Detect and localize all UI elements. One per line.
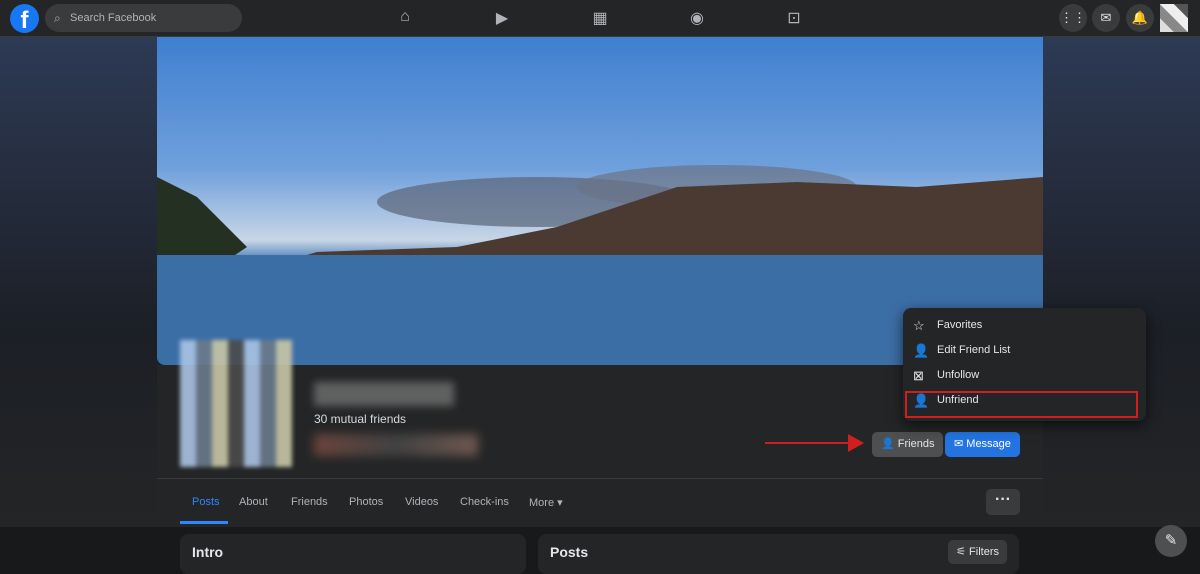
star-icon: ☆ bbox=[913, 318, 925, 333]
friends-label: Friends bbox=[897, 438, 935, 450]
messenger-icon: ✉ bbox=[954, 438, 967, 450]
filters-label: Filters bbox=[969, 546, 999, 558]
tab-check-ins[interactable]: Check-ins bbox=[460, 496, 509, 508]
menu-item-favorites[interactable]: ☆ Favorites bbox=[903, 313, 1146, 338]
profile-picture[interactable] bbox=[180, 340, 292, 467]
new-message-button[interactable]: ✎ bbox=[1155, 525, 1187, 557]
notifications-icon[interactable]: 🔔 bbox=[1126, 4, 1154, 32]
messenger-icon[interactable]: ✉ bbox=[1092, 4, 1120, 32]
marketplace-icon[interactable]: ▦ bbox=[589, 8, 611, 28]
facebook-logo[interactable]: f bbox=[10, 4, 39, 34]
friend-check-icon: 👤 bbox=[881, 438, 898, 450]
tab-videos[interactable]: Videos bbox=[405, 496, 438, 508]
mutual-friend-avatars-blurred bbox=[314, 434, 478, 456]
mutual-friends[interactable]: 30 mutual friends bbox=[314, 412, 406, 426]
groups-icon[interactable]: ◉ bbox=[686, 8, 708, 28]
tab-photos[interactable]: Photos bbox=[349, 496, 383, 508]
tab-about[interactable]: About bbox=[239, 496, 268, 508]
menu-label: Favorites bbox=[937, 319, 983, 331]
home-icon[interactable]: ⌂ bbox=[394, 8, 416, 28]
compose-icon: ✎ bbox=[1164, 532, 1178, 549]
message-label: Message bbox=[966, 438, 1011, 450]
edit-friend-list-icon: 👤 bbox=[913, 343, 930, 358]
top-bar: f ⌕ Search Facebook ⌂ ▶ ▦ ◉ ⊡ ⋮⋮ ✉ 🔔 bbox=[0, 0, 1200, 37]
profile-name-blurred bbox=[314, 382, 454, 406]
search-placeholder: Search Facebook bbox=[70, 12, 157, 24]
menu-item-edit-friend-list[interactable]: 👤 Edit Friend List bbox=[903, 338, 1146, 363]
profile-tabs: Posts About Friends Photos Videos Check-… bbox=[157, 478, 1043, 524]
tab-more[interactable]: More ▾ bbox=[529, 496, 563, 509]
unfollow-icon: ⊠ bbox=[913, 368, 924, 383]
search-icon: ⌕ bbox=[54, 11, 61, 25]
annotation-arrow bbox=[765, 434, 864, 452]
posts-heading: Posts bbox=[550, 544, 589, 560]
posts-card: Posts ⚟ Filters bbox=[538, 534, 1019, 574]
gaming-icon[interactable]: ⊡ bbox=[783, 8, 805, 28]
menu-grid-icon[interactable]: ⋮⋮ bbox=[1059, 4, 1087, 32]
tab-posts[interactable]: Posts bbox=[192, 496, 220, 508]
tab-friends[interactable]: Friends bbox=[291, 496, 328, 508]
intro-card: Intro bbox=[180, 534, 526, 574]
active-tab-indicator bbox=[180, 521, 228, 524]
friends-button[interactable]: 👤 Friends bbox=[872, 432, 944, 457]
search-input[interactable]: ⌕ Search Facebook bbox=[45, 4, 242, 32]
more-options-button[interactable]: ··· bbox=[986, 489, 1020, 515]
account-avatar[interactable] bbox=[1160, 4, 1188, 32]
filters-icon: ⚟ bbox=[956, 546, 970, 558]
menu-label: Edit Friend List bbox=[937, 344, 1011, 356]
watch-icon[interactable]: ▶ bbox=[491, 8, 513, 28]
intro-heading: Intro bbox=[192, 544, 224, 560]
filters-button[interactable]: ⚟ Filters bbox=[948, 540, 1007, 564]
message-button[interactable]: ✉ Message bbox=[945, 432, 1020, 457]
annotation-highlight-box bbox=[905, 391, 1138, 418]
menu-item-unfollow[interactable]: ⊠ Unfollow bbox=[903, 363, 1146, 388]
menu-label: Unfollow bbox=[937, 369, 980, 381]
